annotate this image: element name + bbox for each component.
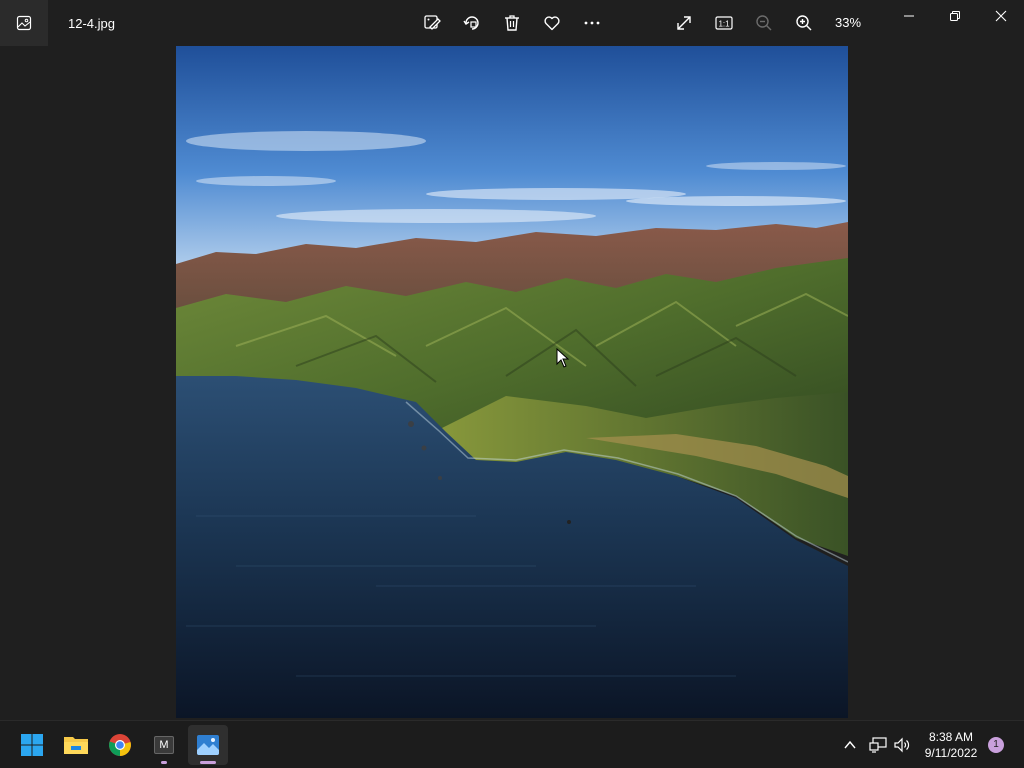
active-indicator: [200, 761, 216, 764]
close-icon: [995, 10, 1007, 22]
zoom-in-icon: [796, 15, 812, 31]
photos-window: 12-4.jpg 1:1 33%: [0, 0, 1024, 720]
network-button[interactable]: [868, 735, 888, 755]
edit-image-icon: [424, 15, 441, 30]
clock-date: 9/11/2022: [924, 746, 978, 760]
close-button[interactable]: [978, 0, 1024, 32]
actual-size-icon: 1:1: [715, 16, 733, 30]
photos-app-icon: [16, 15, 32, 31]
volume-button[interactable]: [892, 735, 912, 755]
restore-button[interactable]: [932, 0, 978, 32]
chevron-up-icon: [844, 740, 856, 749]
fullscreen-icon: [677, 16, 691, 30]
chrome-button[interactable]: [100, 725, 140, 765]
minimize-icon: [904, 15, 914, 17]
windows-logo-icon: [21, 734, 43, 756]
file-explorer-button[interactable]: [56, 725, 96, 765]
delete-icon: [505, 15, 519, 31]
delete-button[interactable]: [496, 8, 528, 38]
favorite-button[interactable]: [536, 8, 568, 38]
edit-image-button[interactable]: [416, 8, 448, 38]
folder-icon: [64, 737, 88, 754]
fullscreen-button[interactable]: [668, 8, 700, 38]
title-bar: 12-4.jpg 1:1 33%: [0, 0, 1024, 46]
photos-app-button[interactable]: [0, 0, 48, 46]
restore-icon: [950, 11, 960, 21]
start-button[interactable]: [12, 725, 52, 765]
notification-badge[interactable]: 1: [988, 737, 1004, 753]
network-icon: [869, 737, 887, 753]
mouse-cursor-icon: [556, 348, 570, 368]
running-indicator: [161, 761, 167, 764]
image-viewport[interactable]: [176, 46, 848, 718]
minimize-button[interactable]: [886, 0, 932, 32]
clock-time: 8:38 AM: [928, 730, 974, 744]
volume-icon: [894, 737, 910, 753]
show-hidden-icons-button[interactable]: [840, 735, 860, 755]
clock[interactable]: 8:38 AM 9/11/2022: [918, 729, 984, 761]
m-app-button[interactable]: M: [144, 725, 184, 765]
zoom-out-icon: [756, 15, 772, 31]
m-app-icon: M: [154, 736, 174, 754]
favorite-icon: [544, 16, 560, 31]
actual-size-label: 1:1: [718, 20, 730, 29]
more-options-button[interactable]: [576, 8, 608, 38]
landscape-photo: [176, 46, 848, 718]
zoom-out-button[interactable]: [748, 8, 780, 38]
zoom-level[interactable]: 33%: [828, 15, 868, 30]
more-icon: [584, 21, 600, 25]
chrome-icon: [109, 734, 131, 756]
photos-icon: [197, 735, 219, 755]
actual-size-button[interactable]: 1:1: [708, 8, 740, 38]
rotate-icon: [463, 16, 479, 30]
rotate-button[interactable]: [456, 8, 488, 38]
photos-taskbar-button[interactable]: [188, 725, 228, 765]
file-name: 12-4.jpg: [68, 16, 115, 31]
zoom-in-button[interactable]: [788, 8, 820, 38]
taskbar: M 8:38 AM 9/11/2022 1: [0, 720, 1024, 768]
